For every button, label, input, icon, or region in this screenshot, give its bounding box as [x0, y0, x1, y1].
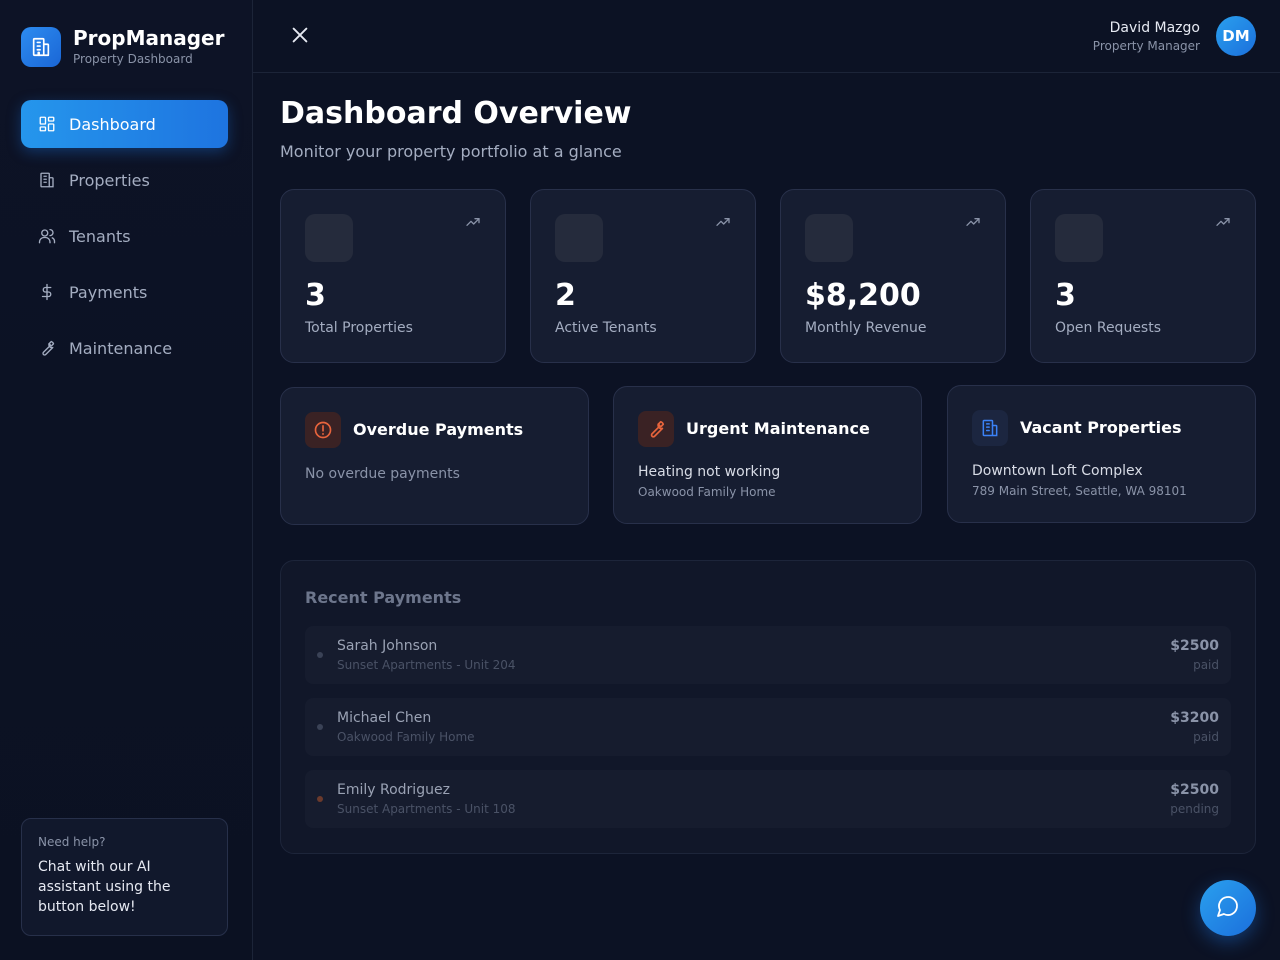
help-text: Chat with our AI assistant using the but… [38, 859, 171, 915]
trending-up-icon [1215, 214, 1231, 230]
sidebar-item-label: Dashboard [69, 114, 156, 134]
help-title: Need help? [38, 835, 106, 849]
stat-value: 3 [305, 278, 326, 313]
payment-tenant-name: Sarah Johnson [337, 638, 438, 654]
brand-subtitle: Property Dashboard [73, 52, 193, 66]
payment-property: Sunset Apartments - Unit 204 [337, 658, 516, 672]
sidebar: PropManager Property Dashboard Dashboard [0, 0, 253, 960]
status-dot [317, 796, 323, 802]
stat-icon-placeholder [805, 214, 853, 262]
payment-status: paid [1193, 730, 1219, 744]
payment-property: Oakwood Family Home [337, 730, 475, 744]
payment-tenant-name: Emily Rodriguez [337, 782, 450, 798]
page-title: Dashboard Overview [280, 96, 632, 131]
payment-amount: $2500 [1170, 638, 1219, 654]
sidebar-nav: Dashboard Properties Tenants Payments Ma… [21, 100, 228, 380]
sidebar-item-maintenance[interactable]: Maintenance [21, 324, 228, 372]
payment-row[interactable]: Emily Rodriguez Sunset Apartments - Unit… [305, 770, 1231, 828]
brand: PropManager Property Dashboard [21, 26, 224, 67]
stat-card-active-tenants: 2 Active Tenants [530, 189, 756, 363]
users-icon [37, 226, 57, 246]
building-icon [21, 26, 61, 67]
user-profile[interactable]: David Mazgo Property Manager DM [1093, 16, 1256, 56]
payment-amount: $3200 [1170, 710, 1219, 726]
stat-icon-placeholder [1055, 214, 1103, 262]
payment-amount: $2500 [1170, 782, 1219, 798]
vacant-property-name: Downtown Loft Complex [972, 463, 1143, 479]
grid-icon [37, 114, 57, 134]
sidebar-item-tenants[interactable]: Tenants [21, 212, 228, 260]
stat-value: 3 [1055, 278, 1076, 313]
recent-payments-title: Recent Payments [305, 588, 462, 607]
stat-icon-placeholder [555, 214, 603, 262]
payment-property: Sunset Apartments - Unit 108 [337, 802, 516, 816]
stat-value: $8,200 [805, 278, 921, 313]
top-header: David Mazgo Property Manager DM [253, 0, 1280, 73]
chat-button[interactable] [1200, 880, 1256, 936]
maintenance-issue: Heating not working [638, 464, 781, 480]
sidebar-item-label: Payments [69, 282, 148, 302]
sidebar-item-properties[interactable]: Properties [21, 156, 228, 204]
alert-body: No overdue payments [305, 466, 460, 482]
payment-status: pending [1170, 802, 1219, 816]
stat-label: Total Properties [305, 320, 413, 336]
recent-payments-panel: Recent Payments Sarah Johnson Sunset Apa… [280, 560, 1256, 854]
page-subtitle: Monitor your property portfolio at a gla… [280, 142, 622, 161]
stat-card-total-properties: 3 Total Properties [280, 189, 506, 363]
sidebar-item-payments[interactable]: Payments [21, 268, 228, 316]
trending-up-icon [965, 214, 981, 230]
alert-title: Urgent Maintenance [686, 419, 870, 438]
vacant-property-address: 789 Main Street, Seattle, WA 98101 [972, 484, 1187, 498]
alert-circle-icon [305, 412, 341, 448]
alert-title: Overdue Payments [353, 420, 524, 439]
alert-card-urgent-maintenance: Urgent Maintenance Heating not working O… [613, 386, 922, 524]
payment-status: paid [1193, 658, 1219, 672]
trending-up-icon [465, 214, 481, 230]
status-dot [317, 724, 323, 730]
brand-title: PropManager [73, 26, 225, 50]
user-role: Property Manager [1092, 39, 1200, 53]
dollar-icon [37, 282, 57, 302]
close-icon[interactable] [289, 24, 311, 46]
stat-icon-placeholder [305, 214, 353, 262]
sidebar-item-dashboard[interactable]: Dashboard [21, 100, 228, 148]
building-icon [37, 170, 57, 190]
payment-row[interactable]: Sarah Johnson Sunset Apartments - Unit 2… [305, 626, 1231, 684]
stat-label: Open Requests [1055, 320, 1162, 336]
chat-bubble-icon [1216, 894, 1240, 922]
user-name: David Mazgo [1109, 20, 1200, 36]
stat-label: Monthly Revenue [805, 320, 927, 336]
help-card: Need help? Chat with our AI assistant us… [21, 818, 228, 936]
sidebar-item-label: Maintenance [69, 338, 173, 358]
stat-card-monthly-revenue: $8,200 Monthly Revenue [780, 189, 1006, 363]
building-icon [972, 410, 1008, 446]
alert-card-overdue-payments: Overdue Payments No overdue payments [280, 387, 589, 525]
payment-row[interactable]: Michael Chen Oakwood Family Home $3200 p… [305, 698, 1231, 756]
wrench-icon [37, 338, 57, 358]
sidebar-item-label: Tenants [69, 226, 131, 246]
stat-card-open-requests: 3 Open Requests [1030, 189, 1256, 363]
alert-title: Vacant Properties [1020, 418, 1182, 437]
stat-label: Active Tenants [555, 320, 657, 336]
avatar[interactable]: DM [1216, 16, 1256, 56]
maintenance-property: Oakwood Family Home [638, 485, 776, 499]
trending-up-icon [715, 214, 731, 230]
wrench-icon [638, 411, 674, 447]
sidebar-item-label: Properties [69, 170, 150, 190]
payment-tenant-name: Michael Chen [337, 710, 432, 726]
status-dot [317, 652, 323, 658]
stat-value: 2 [555, 278, 576, 313]
alert-card-vacant-properties: Vacant Properties Downtown Loft Complex … [947, 385, 1256, 523]
